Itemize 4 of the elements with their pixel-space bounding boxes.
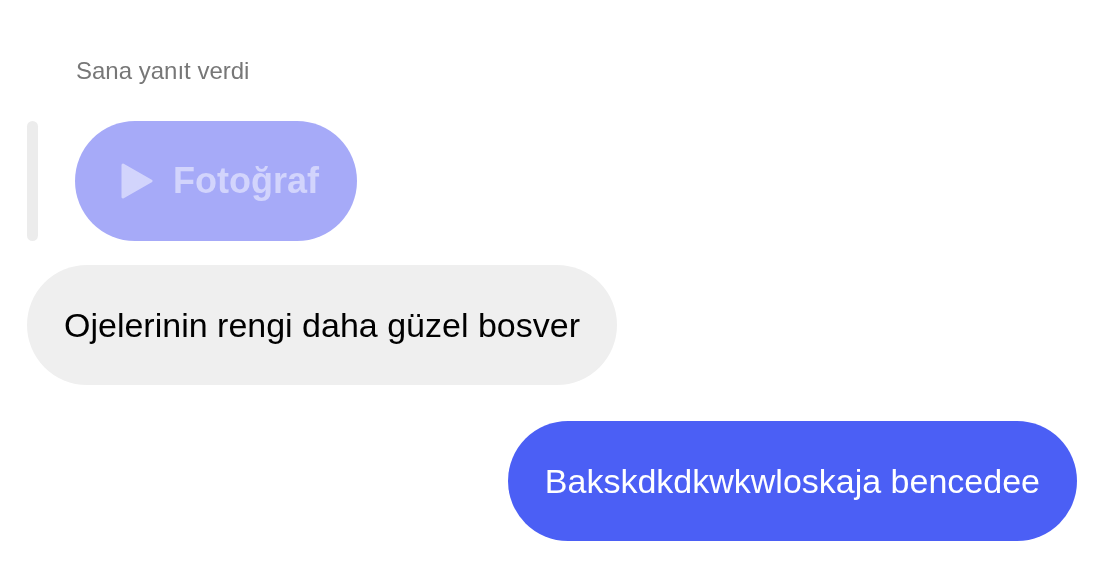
message-bubble: Bakskdkdkwkwloskaja bencedee	[507, 421, 1077, 541]
play-icon	[121, 163, 153, 199]
reply-caption: Sana yanıt verdi	[76, 57, 251, 85]
message-bubble: Ojelerinin rengi daha güzel bosver	[27, 265, 617, 385]
